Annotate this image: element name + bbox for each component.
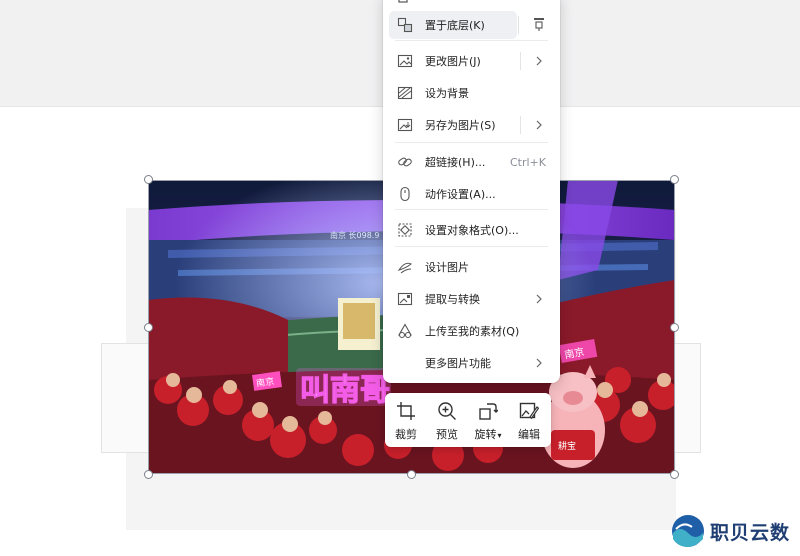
- send-to-back-icon: [397, 17, 413, 33]
- design-picture-icon: [397, 259, 413, 275]
- crop-label: 裁剪: [395, 428, 417, 441]
- shortcut-text: Ctrl+K: [509, 155, 546, 169]
- mascot-jersey-text: 耕宝: [558, 440, 576, 452]
- placeholder-left: [101, 343, 150, 453]
- menu-item-save-as-picture[interactable]: 另存为图片(S): [389, 111, 554, 139]
- edit-button[interactable]: 编辑: [510, 399, 548, 443]
- menu-item-change-picture[interactable]: 更改图片(J): [389, 47, 554, 75]
- menu-item-label: 超链接(H)...: [425, 156, 486, 169]
- resize-handle-top-left[interactable]: [144, 175, 153, 184]
- edit-picture-icon: [519, 402, 539, 420]
- chevron-right-icon: [536, 56, 542, 66]
- split-divider: [520, 116, 521, 134]
- stand-banner-text: 南京 长098.9: [330, 230, 379, 240]
- preview-button[interactable]: 预览: [428, 399, 466, 443]
- dropdown-caret-icon: ▾: [497, 431, 502, 440]
- menu-item-action-settings[interactable]: 动作设置(A)...: [389, 180, 554, 208]
- resize-handle-bottom-right[interactable]: [670, 470, 679, 479]
- menu-item-set-background[interactable]: 设为背景: [389, 79, 554, 107]
- menu-item-label: 提取与转换: [425, 293, 480, 306]
- layer-icon[interactable]: [531, 0, 547, 6]
- split-divider: [518, 16, 519, 34]
- rotate-icon: [479, 403, 498, 420]
- resize-handle-right[interactable]: [670, 323, 679, 332]
- menu-item-more-picture-functions[interactable]: 更多图片功能: [389, 349, 554, 377]
- rotate-button[interactable]: 旋转▾: [469, 399, 507, 443]
- watermark-logo-icon: [672, 515, 704, 547]
- upload-material-icon: [397, 323, 413, 339]
- resize-handle-top-right[interactable]: [670, 175, 679, 184]
- neon-sign-text: 叫南哥: [300, 373, 390, 408]
- menu-item-upload-material[interactable]: 上传至我的素材(Q): [389, 317, 554, 345]
- menu-item-extract-convert[interactable]: 提取与转换: [389, 285, 554, 313]
- menu-item-label: 设置对象格式(O)...: [425, 224, 519, 237]
- arrange-layer-icon[interactable]: [531, 16, 547, 32]
- context-menu: 置于底层(K) 更改图片(J) 设为背景 另存为图片(S) 超链接(H)... …: [383, 0, 560, 383]
- edit-label: 编辑: [518, 428, 540, 441]
- menu-separator: [395, 142, 548, 143]
- menu-item-label: 上传至我的素材(Q): [425, 325, 520, 338]
- resize-handle-bottom[interactable]: [407, 470, 416, 479]
- menu-item-label: 更改图片(J): [425, 55, 481, 68]
- resize-handle-bottom-left[interactable]: [144, 470, 153, 479]
- zoom-in-icon: [438, 402, 456, 420]
- menu-item-send-to-back[interactable]: 置于底层(K): [389, 11, 517, 39]
- change-picture-icon: [397, 53, 413, 69]
- chevron-right-icon: [536, 358, 542, 368]
- menu-separator: [395, 40, 548, 41]
- menu-item-label: 设计图片: [425, 261, 469, 274]
- action-settings-icon: [397, 186, 413, 202]
- placeholder-right: [674, 343, 701, 453]
- menu-separator: [395, 246, 548, 247]
- watermark-text: 职贝云数: [710, 521, 791, 544]
- hyperlink-icon: [397, 154, 413, 170]
- menu-item-label: 设为背景: [425, 87, 469, 100]
- watermark: 职贝云数: [670, 512, 790, 550]
- menu-item-label: 另存为图片(S): [425, 119, 496, 132]
- extract-convert-icon: [397, 291, 413, 307]
- menu-item-label: 更多图片功能: [425, 357, 491, 370]
- resize-handle-left[interactable]: [144, 323, 153, 332]
- rotate-label: 旋转▾: [474, 426, 501, 442]
- chevron-right-icon: [536, 294, 542, 304]
- picture-quick-toolbar: 裁剪 预览 旋转▾ 编辑: [385, 393, 551, 447]
- set-background-icon: [397, 85, 413, 101]
- menu-item-label: 置于底层(K): [425, 19, 485, 32]
- split-divider: [520, 52, 521, 70]
- crop-button[interactable]: 裁剪: [387, 399, 425, 443]
- preview-label: 预览: [436, 428, 458, 441]
- menu-item-format-object[interactable]: 设置对象格式(O)...: [389, 216, 554, 244]
- format-object-icon: [397, 222, 413, 238]
- menu-separator: [395, 209, 548, 210]
- chevron-right-icon: [536, 120, 542, 130]
- bring-forward-icon[interactable]: [397, 0, 413, 6]
- menu-item-design-picture[interactable]: 设计图片: [389, 253, 554, 281]
- save-as-picture-icon: [397, 117, 413, 133]
- menu-item-label: 动作设置(A)...: [425, 188, 496, 201]
- crop-icon: [397, 402, 415, 420]
- rotate-label-text: 旋转: [474, 428, 497, 441]
- menu-item-hyperlink[interactable]: 超链接(H)... Ctrl+K: [389, 148, 554, 176]
